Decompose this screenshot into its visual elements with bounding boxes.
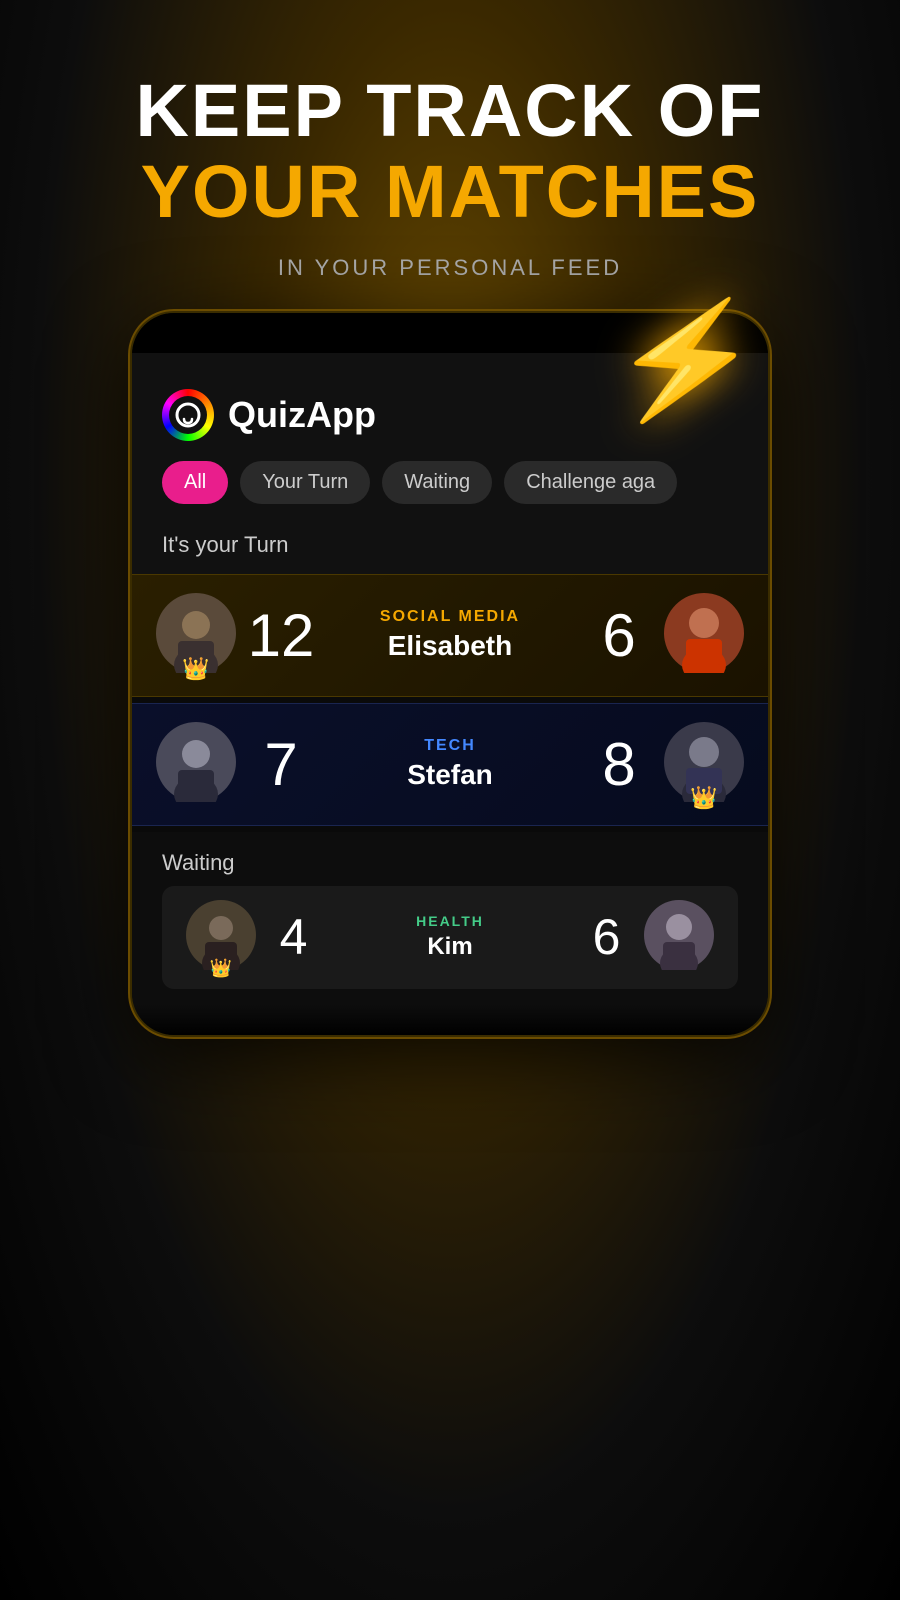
- filter-tabs: All Your Turn Waiting Challenge aga: [132, 461, 768, 522]
- match-info-2: TECH Stefan: [326, 737, 574, 791]
- app-logo-inner: [169, 396, 207, 434]
- tab-all[interactable]: All: [162, 461, 228, 504]
- crown-1: 👑: [182, 656, 209, 682]
- their-avatar-3: [644, 900, 714, 975]
- tab-waiting[interactable]: Waiting: [382, 461, 492, 504]
- tab-challenge[interactable]: Challenge aga: [504, 461, 677, 504]
- my-score-3: 4: [256, 908, 331, 966]
- their-score-2: 8: [574, 730, 664, 799]
- my-avatar-2: [156, 722, 236, 807]
- their-avatar-svg-3: [644, 900, 714, 970]
- category-2: TECH: [326, 737, 574, 755]
- crown-2: 👑: [690, 785, 717, 811]
- opponent-1: Elisabeth: [326, 630, 574, 662]
- bottom-fade: [132, 1005, 768, 1035]
- match-card-stefan[interactable]: 7 TECH Stefan 8 👑: [132, 703, 768, 826]
- page-content: KEEP TRACK OF YOUR MATCHES IN YOUR PERSO…: [0, 0, 900, 1600]
- their-avatar-2: 👑: [664, 722, 744, 807]
- crown-3: 👑: [210, 958, 232, 979]
- waiting-label: Waiting: [162, 850, 738, 876]
- opponent-2: Stefan: [326, 759, 574, 791]
- my-avatar-3: 👑: [186, 900, 256, 975]
- lightning-icon: ⚡: [605, 285, 766, 437]
- hero-subtitle: IN YOUR PERSONAL FEED: [0, 255, 900, 281]
- their-score-3: 6: [569, 908, 644, 966]
- app-logo: [162, 389, 214, 441]
- category-1: SOCIAL MEDIA: [326, 608, 574, 626]
- tab-your-turn[interactable]: Your Turn: [240, 461, 370, 504]
- waiting-section: Waiting 👑 4 HEALTH: [132, 832, 768, 1005]
- your-turn-label: It's your Turn: [132, 522, 768, 574]
- match-info-3: HEALTH Kim: [331, 913, 569, 961]
- my-score-2: 7: [236, 730, 326, 799]
- match-card-kim[interactable]: 👑 4 HEALTH Kim 6: [162, 886, 738, 989]
- hero-title-line2: YOUR MATCHES: [0, 151, 900, 232]
- my-avatar-svg-2: [156, 722, 236, 802]
- my-score-1: 12: [236, 601, 326, 670]
- my-avatar-1: 👑: [156, 593, 236, 678]
- hero-title-line1: KEEP TRACK OF: [0, 70, 900, 151]
- category-3: HEALTH: [331, 913, 569, 929]
- match-card-elisabeth[interactable]: 👑 12 SOCIAL MEDIA Elisabeth 6: [132, 574, 768, 697]
- their-score-1: 6: [574, 601, 664, 670]
- match-info-1: SOCIAL MEDIA Elisabeth: [326, 608, 574, 662]
- phone-mockup: ⚡ QuizApp All Your Tur: [130, 311, 770, 1037]
- opponent-3: Kim: [331, 933, 569, 961]
- their-avatar-svg-1: [664, 593, 744, 673]
- their-avatar-1: [664, 593, 744, 678]
- app-name: QuizApp: [228, 394, 376, 436]
- quizapp-q-icon: [174, 401, 202, 429]
- hero-section: KEEP TRACK OF YOUR MATCHES IN YOUR PERSO…: [0, 0, 900, 281]
